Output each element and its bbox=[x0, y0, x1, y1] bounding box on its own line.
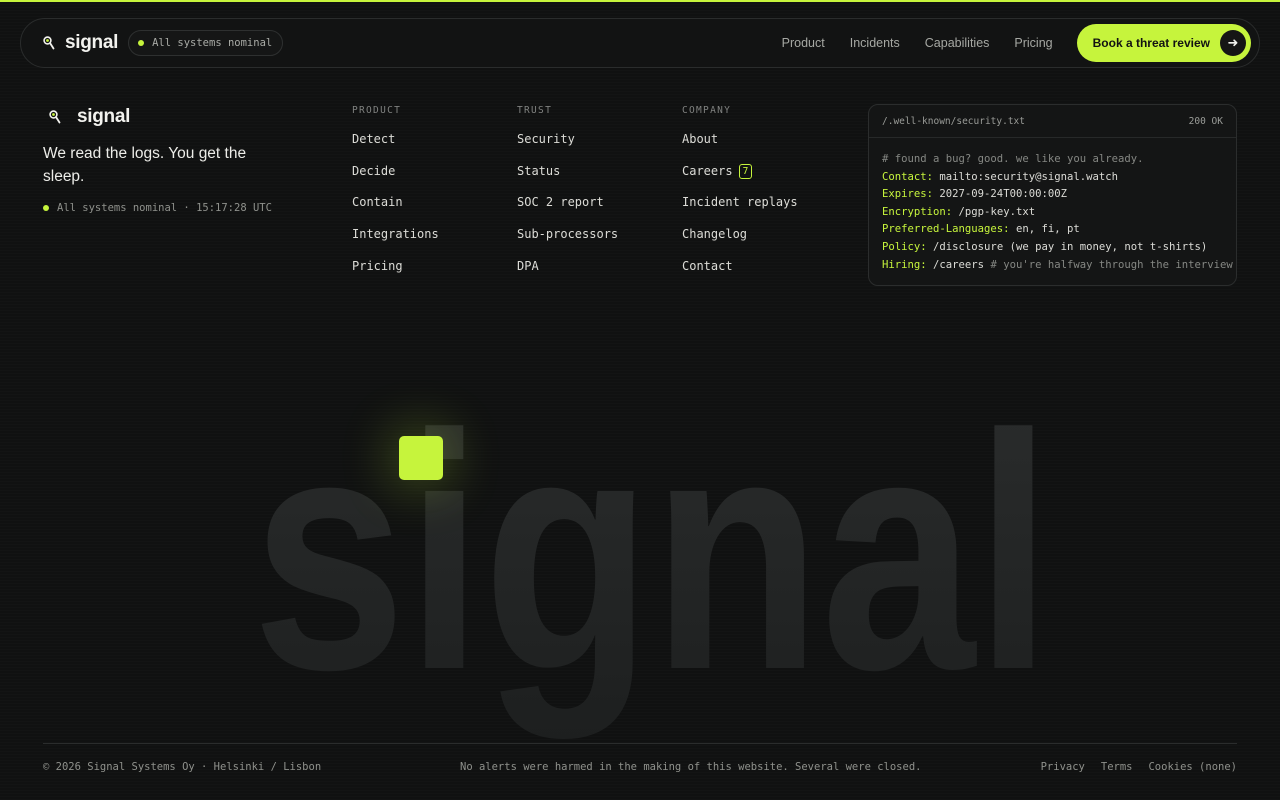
nav-links: Product Incidents Capabilities Pricing bbox=[782, 36, 1053, 50]
nav-link-pricing[interactable]: Pricing bbox=[1014, 36, 1052, 50]
footer-link-sub-processors[interactable]: Sub-processors bbox=[517, 227, 618, 259]
column-heading-product: PRODUCT bbox=[352, 105, 402, 116]
security-txt-line-hiring: Hiring: /careers # you're halfway throug… bbox=[882, 257, 1233, 275]
footer-divider bbox=[43, 743, 1237, 744]
security-txt-path[interactable]: /.well-known/security.txt bbox=[882, 116, 1025, 127]
accent-top-line bbox=[0, 0, 1280, 2]
footer-link-careers[interactable]: Careers 7 bbox=[682, 163, 798, 196]
field-key: Encryption: bbox=[882, 205, 953, 218]
signal-logo-icon bbox=[41, 34, 59, 52]
link-label: Decide bbox=[352, 163, 396, 178]
link-label: Detect bbox=[352, 132, 396, 146]
footer-status-text: All systems nominal · 15:17:28 UTC bbox=[57, 202, 272, 214]
link-label: Security bbox=[517, 132, 575, 146]
system-status-text: All systems nominal bbox=[152, 37, 273, 49]
nav-link-capabilities[interactable]: Capabilities bbox=[925, 36, 990, 50]
wordmark-accent-dot-icon bbox=[399, 436, 443, 480]
tagline: We read the logs. You get the sleep. bbox=[43, 145, 247, 185]
column-heading-trust: TRUST bbox=[517, 105, 553, 116]
security-txt-card: /.well-known/security.txt 200 OK # found… bbox=[868, 104, 1237, 286]
brand-name: signal bbox=[65, 32, 119, 53]
field-value: en, fi, pt bbox=[1009, 223, 1080, 236]
legal-links: Privacy Terms Cookies (none) bbox=[1041, 761, 1237, 773]
security-txt-body: # found a bug? good. we like you already… bbox=[869, 138, 1236, 274]
footer-brand-block: signal We read the logs. You get the sle… bbox=[43, 106, 272, 214]
link-label: Contact bbox=[682, 258, 733, 273]
footer-link-pricing[interactable]: Pricing bbox=[352, 259, 439, 291]
copyright: © 2026 Signal Systems Oy · Helsinki / Li… bbox=[43, 761, 322, 773]
footer-column-trust: TRUST Security Status SOC 2 report Sub-p… bbox=[517, 105, 618, 290]
footer-link-security[interactable]: Security bbox=[517, 132, 618, 164]
field-value: 2027-09-24T00:00:00Z bbox=[933, 188, 1067, 201]
link-label: Status bbox=[517, 163, 561, 178]
link-label: SOC 2 report bbox=[517, 195, 604, 210]
footer-link-contain[interactable]: Contain bbox=[352, 195, 439, 227]
footer-column-product: PRODUCT Detect Decide Contain Integratio… bbox=[352, 105, 439, 290]
security-txt-comment: # found a bug? good. we like you already… bbox=[882, 153, 1144, 165]
link-label: DPA bbox=[517, 258, 539, 273]
field-value[interactable]: /pgp-key.txt bbox=[952, 206, 1036, 218]
link-label: Changelog bbox=[682, 227, 748, 242]
footer-link-detect[interactable]: Detect bbox=[352, 132, 439, 164]
column-heading-company: COMPANY bbox=[682, 105, 732, 116]
footer-link-soc2-report[interactable]: SOC 2 report bbox=[517, 195, 618, 227]
footer-link-contact[interactable]: Contact bbox=[682, 259, 798, 291]
field-value[interactable]: mailto:security@signal.watch bbox=[933, 171, 1118, 183]
field-value[interactable]: /careers bbox=[927, 259, 984, 271]
footer-link-about[interactable]: About bbox=[682, 132, 798, 164]
signal-logo-icon bbox=[47, 108, 65, 126]
security-txt-header: /.well-known/security.txt 200 OK bbox=[869, 105, 1236, 138]
top-navigation: signal All systems nominal Product Incid… bbox=[20, 18, 1260, 68]
link-label: Pricing bbox=[352, 258, 403, 273]
security-txt-line-encryption: Encryption: /pgp-key.txt bbox=[882, 204, 1223, 222]
cta-label: Book a threat review bbox=[1092, 36, 1210, 50]
cookies-link[interactable]: Cookies (none) bbox=[1148, 761, 1237, 773]
link-label: Integrations bbox=[352, 227, 439, 242]
field-key: Expires: bbox=[882, 188, 934, 201]
footer-joke: No alerts were harmed in the making of t… bbox=[460, 761, 922, 773]
footer-link-changelog[interactable]: Changelog bbox=[682, 227, 798, 259]
security-txt-line-languages: Preferred-Languages: en, fi, pt bbox=[882, 221, 1223, 239]
http-status: 200 OK bbox=[1188, 115, 1223, 127]
field-key: Policy: bbox=[882, 240, 927, 253]
link-label: Incident replays bbox=[682, 195, 798, 210]
privacy-link[interactable]: Privacy bbox=[1041, 761, 1085, 773]
terms-link[interactable]: Terms bbox=[1101, 761, 1133, 773]
brand-logo[interactable]: signal bbox=[41, 32, 118, 54]
footer-link-decide[interactable]: Decide bbox=[352, 164, 439, 196]
security-txt-line-expires: Expires: 2027-09-24T00:00:00Z bbox=[882, 186, 1223, 204]
book-threat-review-button[interactable]: Book a threat review ➜ bbox=[1076, 24, 1251, 62]
field-comment: # you're halfway through the interview bbox=[984, 258, 1233, 271]
footer-brand-name: signal bbox=[77, 106, 131, 127]
footer-brand-logo[interactable]: signal bbox=[43, 106, 272, 128]
security-txt-line-policy: Policy: /disclosure (we pay in money, no… bbox=[882, 239, 1223, 257]
nav-link-product[interactable]: Product bbox=[782, 36, 825, 50]
footer-link-integrations[interactable]: Integrations bbox=[352, 227, 439, 259]
status-dot-icon bbox=[43, 205, 49, 211]
footer-link-incident-replays[interactable]: Incident replays bbox=[682, 195, 798, 227]
security-txt-line-contact: Contact: mailto:security@signal.watch bbox=[882, 169, 1223, 187]
footer-link-dpa[interactable]: DPA bbox=[517, 259, 618, 291]
footer-link-status[interactable]: Status bbox=[517, 164, 618, 196]
field-key: Contact: bbox=[882, 170, 934, 183]
link-label: Careers bbox=[682, 163, 733, 178]
careers-count-badge: 7 bbox=[738, 163, 753, 179]
big-signal-wordmark: signal bbox=[252, 388, 1052, 741]
status-dot-icon bbox=[138, 40, 145, 46]
footer-status-line: All systems nominal · 15:17:28 UTC bbox=[43, 202, 272, 214]
big-wordmark-text: signal bbox=[252, 388, 1052, 741]
system-status-pill[interactable]: All systems nominal bbox=[128, 30, 284, 56]
link-label: About bbox=[682, 132, 719, 146]
field-key: Preferred-Languages: bbox=[882, 223, 1010, 236]
nav-link-incidents[interactable]: Incidents bbox=[850, 36, 900, 50]
link-label: Sub-processors bbox=[517, 227, 619, 242]
footer-column-company: COMPANY About Careers 7 Incident replays… bbox=[682, 105, 798, 290]
field-value[interactable]: /disclosure (we pay in money, not t-shir… bbox=[927, 241, 1207, 253]
arrow-right-icon: ➜ bbox=[1220, 30, 1246, 56]
field-key: Hiring: bbox=[882, 258, 927, 271]
link-label: Contain bbox=[352, 195, 403, 210]
